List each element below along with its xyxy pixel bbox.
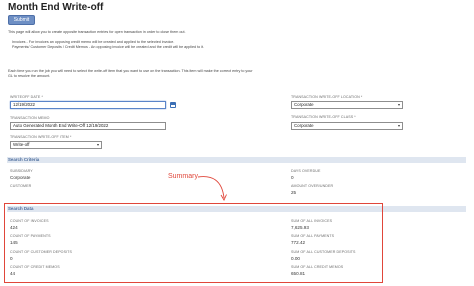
writeoff-item-label: Transaction Write-off Item * [10, 135, 72, 139]
sum-invoices-label: Sum of All Invoices [291, 219, 333, 223]
writeoff-location-label: Transaction Write-off Location * [291, 95, 363, 99]
customer-label: Customer [10, 184, 32, 188]
chevron-down-icon: ▾ [397, 123, 400, 128]
transaction-memo-label: Transaction Memo [10, 116, 50, 120]
count-deposits-value: 0 [10, 256, 13, 261]
count-invoices-label: Count of Invoices [10, 219, 49, 223]
sum-credit-memos-value: 650.81 [291, 271, 306, 276]
sum-deposits-label: Sum of All Customer Deposits [291, 250, 356, 254]
amount-over-under-value: 25 [291, 190, 297, 195]
count-invoices-value: 424 [10, 225, 18, 230]
writeoff-date-label: Writeoff Date * [10, 95, 43, 99]
writeoff-location-value: Corporate [294, 102, 314, 107]
intro-bullet-payments: Payments/ Customer Deposits / Credit Mem… [12, 45, 205, 49]
writeoff-class-select[interactable]: Corporate ▾ [291, 122, 403, 130]
sum-invoices-value: 7,625.93 [291, 225, 309, 230]
count-credit-memos-label: Count of Credit Memos [10, 265, 60, 269]
writeoff-item-select[interactable]: Write-off ▾ [10, 141, 102, 149]
count-deposits-label: Count of Customer Deposits [10, 250, 72, 254]
writeoff-class-label: Transaction Write-off Class * [291, 115, 356, 119]
days-overdue-value: 0 [291, 175, 294, 180]
count-payments-value: 145 [10, 240, 18, 245]
subsidiary-value: Corporate [10, 175, 31, 180]
count-credit-memos-value: 44 [10, 271, 16, 276]
days-overdue-label: Days Overdue [291, 169, 321, 173]
intro-text: This page will allow you to create oppos… [8, 30, 186, 34]
sum-deposits-value: 0.00 [291, 256, 300, 261]
page-title: Month End Write-off [8, 2, 104, 13]
search-criteria-header[interactable]: Search Criteria [7, 157, 466, 163]
chevron-down-icon: ▾ [397, 102, 400, 107]
sum-credit-memos-label: Sum of All Credit Memos [291, 265, 344, 269]
writeoff-class-value: Corporate [294, 123, 314, 128]
count-payments-label: Count of Payments [10, 234, 51, 238]
sum-payments-value: 772.42 [291, 240, 306, 245]
arrow-icon [197, 176, 227, 201]
transaction-memo-field[interactable]: Auto Generated Month End Write-Off 12/19… [10, 122, 166, 130]
amount-over-under-label: Amount Over/Under [291, 184, 334, 188]
highlight-box [4, 203, 383, 283]
writeoff-item-value: Write-off [13, 142, 30, 147]
calendar-icon[interactable] [170, 102, 176, 108]
intro-instructions-cont: GL to resolve the amount. [8, 74, 51, 78]
writeoff-location-select[interactable]: Corporate ▾ [291, 101, 403, 109]
summary-annotation: Summary [168, 173, 198, 180]
sum-payments-label: Sum of All Payments [291, 234, 335, 238]
chevron-down-icon: ▾ [96, 142, 99, 147]
submit-button[interactable]: Submit [8, 15, 35, 25]
subsidiary-label: Subsidiary [10, 169, 33, 173]
writeoff-date-field[interactable]: 12/19/2022 [10, 101, 166, 109]
search-criteria-title: Search Criteria [8, 157, 40, 162]
